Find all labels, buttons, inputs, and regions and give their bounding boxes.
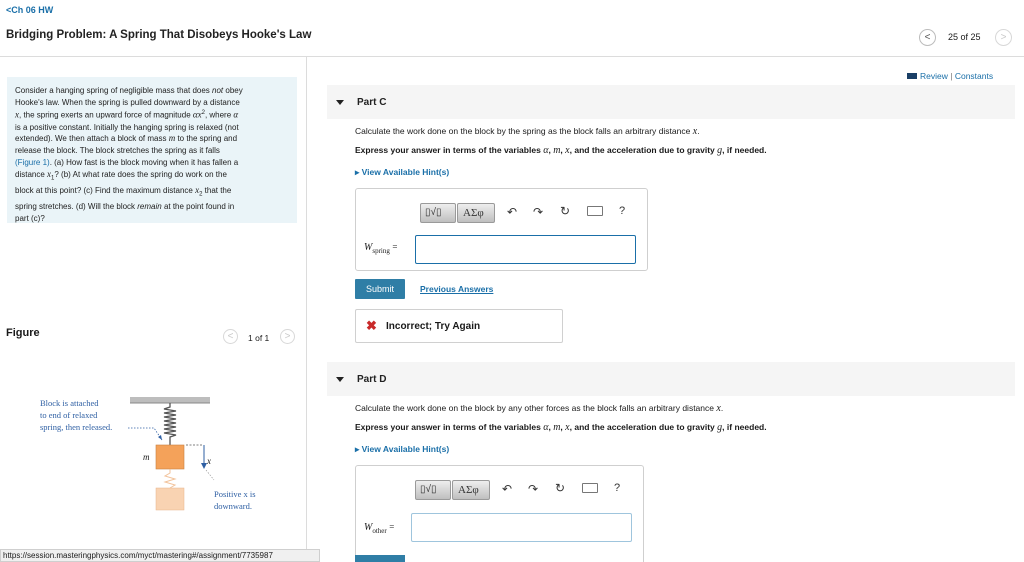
status-url: https://session.masteringphysics.com/myc… (0, 549, 320, 562)
part-d-express: Express your answer in terms of the vari… (355, 422, 767, 433)
figure-next-button[interactable]: > (280, 329, 295, 344)
next-problem-button[interactable]: > (995, 29, 1012, 46)
redo-icon[interactable]: ↷ (533, 205, 543, 219)
header-divider (0, 56, 1024, 57)
part-c-answer-box: ▯√▯ ΑΣφ ↶ ↷ ↻ ? Wspring = (355, 188, 648, 271)
part-c-prompt: Calculate the work done on the block by … (355, 126, 700, 137)
feedback-box: ✖ Incorrect; Try Again (355, 309, 563, 343)
spring (163, 403, 177, 445)
caret-down-icon (336, 377, 344, 382)
x-error-icon: ✖ (366, 318, 377, 333)
reset-icon[interactable]: ↻ (560, 204, 570, 218)
submit-button[interactable]: Submit (355, 279, 405, 299)
problem-line: release the block. The block stretches t… (15, 146, 220, 156)
part-d-prompt: Calculate the work done on the block by … (355, 403, 724, 414)
help-icon[interactable]: ? (619, 205, 625, 217)
problem-line: x, the spring exerts an upward force of … (15, 110, 239, 121)
figure-label: Figure (6, 327, 40, 339)
spring-diagram (128, 397, 215, 511)
figure-link[interactable]: (Figure 1) (15, 158, 50, 167)
part-c-express: Express your answer in terms of the vari… (355, 145, 767, 156)
symbols-button[interactable]: ΑΣφ (457, 203, 495, 223)
release-arrow (128, 427, 163, 441)
w-other-label: Wother = (364, 522, 395, 535)
part-c-header[interactable]: Part C (327, 85, 1015, 119)
keyboard-icon[interactable] (587, 206, 603, 216)
part-c-hints-link[interactable]: ▸ View Available Hint(s) (355, 167, 449, 178)
submit-button-partial[interactable] (355, 555, 405, 562)
previous-answers-link[interactable]: Previous Answers (420, 284, 493, 294)
problem-line: block at this point? (c) Find the maximu… (15, 184, 232, 198)
constants-link[interactable]: Constants (955, 71, 993, 81)
chevron-right-icon: > (284, 331, 291, 342)
chevron-left-icon: < (227, 331, 234, 342)
figure-pager: 1 of 1 (248, 333, 270, 343)
problem-statement: Consider a hanging spring of negligible … (7, 77, 297, 223)
w-spring-input[interactable] (415, 235, 636, 264)
problem-line: Hooke's law. When the spring is pulled d… (15, 97, 240, 107)
column-divider (306, 57, 307, 562)
back-link[interactable]: <Ch 06 HW (6, 5, 53, 15)
undo-icon[interactable]: ↶ (502, 482, 512, 496)
part-d-header[interactable]: Part D (327, 362, 1015, 396)
caret-right-icon: ▸ (355, 167, 360, 177)
templates-button[interactable]: ▯√▯ (420, 203, 456, 223)
reset-icon[interactable]: ↻ (555, 481, 565, 495)
w-spring-label: Wspring = (364, 242, 398, 255)
review-link[interactable]: Review (920, 71, 948, 81)
problem-text: Consider a hanging spring of negligible … (15, 85, 293, 225)
templates-button[interactable]: ▯√▯ (415, 480, 451, 500)
prev-problem-button[interactable]: < (919, 29, 936, 46)
book-icon (907, 73, 917, 79)
problem-line: part (c)? (15, 213, 45, 223)
block (155, 444, 185, 470)
redo-icon[interactable]: ↷ (528, 482, 538, 496)
caret-right-icon: ▸ (355, 444, 360, 454)
problem-line: spring stretches. (d) Will the block rem… (15, 202, 235, 212)
problem-line: extended). We then attach a block of mas… (15, 133, 238, 144)
problem-line: Consider a hanging spring of negligible … (15, 86, 243, 95)
part-d-answer-box: ▯√▯ ΑΣφ ↶ ↷ ↻ ? Wother = (355, 465, 644, 562)
problem-line: is a positive constant. Initially the ha… (15, 122, 239, 132)
block-ghost (155, 487, 185, 511)
figure-prev-button[interactable]: < (223, 329, 238, 344)
w-other-input[interactable] (411, 513, 632, 542)
part-d-hints-link[interactable]: ▸ View Available Hint(s) (355, 444, 449, 455)
chevron-right-icon: > (1000, 32, 1007, 43)
mass-label: m (143, 452, 150, 462)
page-title: Bridging Problem: A Spring That Disobeys… (6, 29, 312, 41)
symbols-button[interactable]: ΑΣφ (452, 480, 490, 500)
problem-line: distance x1? (b) At what rate does the s… (15, 168, 227, 182)
x-label: x (207, 456, 211, 466)
ceiling (130, 397, 210, 403)
chevron-left-icon: < (924, 32, 931, 43)
keyboard-icon[interactable] (582, 483, 598, 493)
spring-ghost (163, 469, 177, 489)
problem-counter: 25 of 25 (948, 32, 981, 42)
help-icon[interactable]: ? (614, 482, 620, 494)
undo-icon[interactable]: ↶ (507, 205, 517, 219)
review-constants-links: Review | Constants (907, 71, 993, 81)
problem-line: (Figure 1). (a) How fast is the block mo… (15, 157, 239, 167)
positive-note: Positive x is downward. (214, 489, 256, 511)
caret-down-icon (336, 100, 344, 105)
